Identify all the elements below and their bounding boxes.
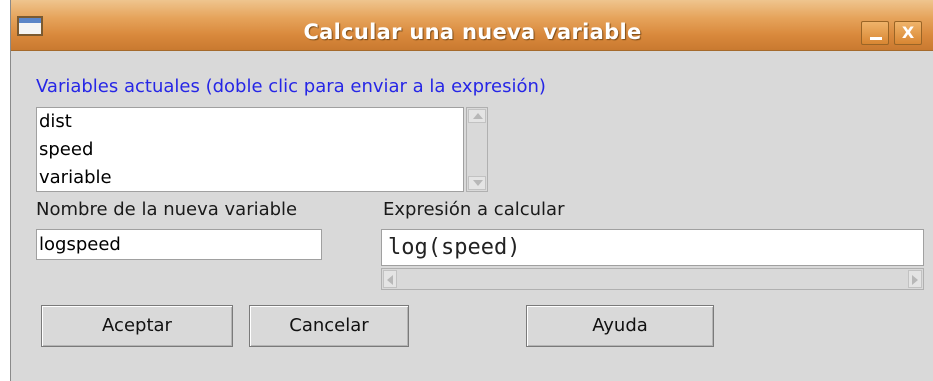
expression-input[interactable]: log(speed): [381, 229, 924, 266]
new-variable-name-input[interactable]: logspeed: [36, 229, 322, 260]
scroll-right-button[interactable]: [908, 270, 922, 288]
scroll-left-button[interactable]: [383, 270, 397, 288]
list-item[interactable]: dist: [37, 108, 463, 136]
chevron-right-icon: [912, 275, 918, 285]
list-item[interactable]: variable: [37, 164, 463, 192]
variables-listbox[interactable]: dist speed variable: [36, 107, 464, 192]
minimize-button[interactable]: [861, 21, 889, 45]
dialog-window: Calcular una nueva variable X Variables …: [10, 0, 933, 381]
new-variable-label: Nombre de la nueva variable: [36, 199, 298, 220]
variables-label: Variables actuales (doble clic para envi…: [36, 76, 546, 97]
expression-label: Expresión a calcular: [383, 199, 565, 220]
list-item[interactable]: speed: [37, 136, 463, 164]
scroll-down-button[interactable]: [468, 176, 486, 190]
minimize-icon: [870, 37, 882, 40]
window-title: Calcular una nueva variable: [303, 20, 642, 44]
chevron-down-icon: [473, 180, 483, 186]
cancel-button[interactable]: Cancelar: [249, 305, 409, 347]
accept-button[interactable]: Aceptar: [41, 305, 233, 347]
close-button[interactable]: X: [894, 21, 922, 45]
chevron-up-icon: [473, 113, 483, 119]
expression-horizontal-scrollbar[interactable]: [381, 268, 924, 290]
scroll-up-button[interactable]: [468, 109, 486, 123]
chevron-left-icon: [387, 275, 393, 285]
help-button[interactable]: Ayuda: [526, 305, 714, 347]
variables-vertical-scrollbar[interactable]: [466, 107, 488, 192]
title-bar[interactable]: Calcular una nueva variable X: [11, 0, 933, 51]
